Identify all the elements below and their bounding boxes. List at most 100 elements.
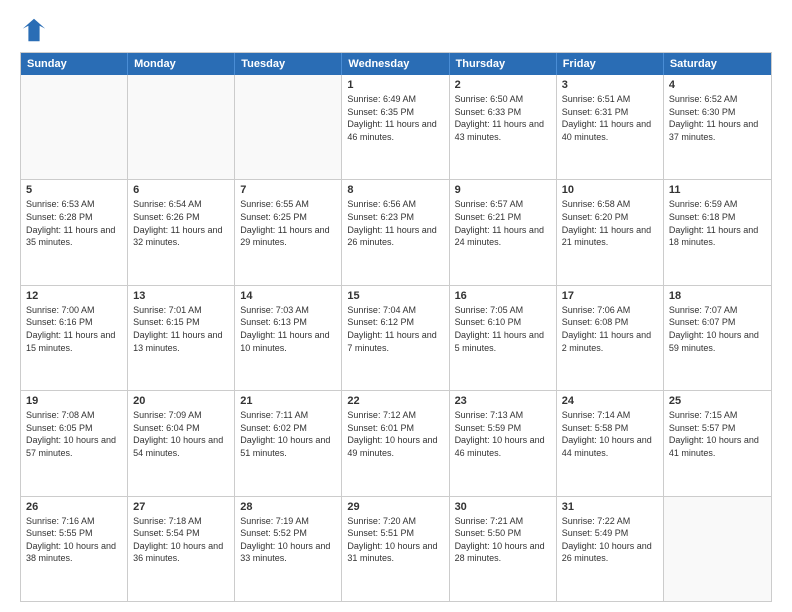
cell-info: Sunrise: 7:20 AMSunset: 5:51 PMDaylight:… — [347, 515, 443, 565]
day-number: 7 — [240, 184, 336, 196]
calendar-cell-0-6: 4 Sunrise: 6:52 AMSunset: 6:30 PMDaylight… — [664, 75, 771, 179]
cell-info: Sunrise: 7:06 AMSunset: 6:08 PMDaylight:… — [562, 304, 658, 354]
calendar-cell-3-4: 23 Sunrise: 7:13 AMSunset: 5:59 PMDayligh… — [450, 391, 557, 495]
cell-info: Sunrise: 7:03 AMSunset: 6:13 PMDaylight:… — [240, 304, 336, 354]
calendar-cell-2-2: 14 Sunrise: 7:03 AMSunset: 6:13 PMDayligh… — [235, 286, 342, 390]
calendar: Sunday Monday Tuesday Wednesday Thursday… — [20, 52, 772, 602]
day-number: 10 — [562, 184, 658, 196]
calendar-cell-3-0: 19 Sunrise: 7:08 AMSunset: 6:05 PMDayligh… — [21, 391, 128, 495]
cell-info: Sunrise: 6:54 AMSunset: 6:26 PMDaylight:… — [133, 198, 229, 248]
day-number: 19 — [26, 395, 122, 407]
calendar-cell-4-3: 29 Sunrise: 7:20 AMSunset: 5:51 PMDayligh… — [342, 497, 449, 601]
calendar-cell-4-4: 30Sunrise: 7:21 AMSunset: 5:50 PMDayligh… — [450, 497, 557, 601]
cell-info: Sunrise: 7:12 AMSunset: 6:01 PMDaylight:… — [347, 409, 443, 459]
day-number: 3 — [562, 79, 658, 91]
calendar-cell-4-0: 26 Sunrise: 7:16 AMSunset: 5:55 PMDayligh… — [21, 497, 128, 601]
cell-info: Sunrise: 6:53 AMSunset: 6:28 PMDaylight:… — [26, 198, 122, 248]
header-sunday: Sunday — [21, 53, 128, 75]
calendar-cell-2-5: 17 Sunrise: 7:06 AMSunset: 6:08 PMDayligh… — [557, 286, 664, 390]
calendar-cell-2-6: 18 Sunrise: 7:07 AMSunset: 6:07 PMDayligh… — [664, 286, 771, 390]
day-number: 26 — [26, 501, 122, 513]
calendar-cell-3-1: 20 Sunrise: 7:09 AMSunset: 6:04 PMDayligh… — [128, 391, 235, 495]
day-number: 23 — [455, 395, 551, 407]
calendar-row-0: 1Sunrise: 6:49 AMSunset: 6:35 PMDaylight… — [21, 75, 771, 180]
header-monday: Monday — [128, 53, 235, 75]
day-number: 9 — [455, 184, 551, 196]
cell-info: Sunrise: 7:21 AMSunset: 5:50 PMDaylight:… — [455, 515, 551, 565]
day-number: 21 — [240, 395, 336, 407]
day-number: 15 — [347, 290, 443, 302]
cell-info: Sunrise: 7:07 AMSunset: 6:07 PMDaylight:… — [669, 304, 766, 354]
day-number: 13 — [133, 290, 229, 302]
cell-info: Sunrise: 7:15 AMSunset: 5:57 PMDaylight:… — [669, 409, 766, 459]
calendar-cell-4-5: 31 Sunrise: 7:22 AMSunset: 5:49 PMDayligh… — [557, 497, 664, 601]
cell-info: Sunrise: 6:56 AMSunset: 6:23 PMDaylight:… — [347, 198, 443, 248]
calendar-cell-3-2: 21 Sunrise: 7:11 AMSunset: 6:02 PMDayligh… — [235, 391, 342, 495]
calendar-body: 1Sunrise: 6:49 AMSunset: 6:35 PMDaylight… — [21, 75, 771, 601]
calendar-cell-0-0 — [21, 75, 128, 179]
calendar-cell-1-6: 11 Sunrise: 6:59 AMSunset: 6:18 PMDayligh… — [664, 180, 771, 284]
day-number: 12 — [26, 290, 122, 302]
cell-info: Sunrise: 7:14 AMSunset: 5:58 PMDaylight:… — [562, 409, 658, 459]
day-number: 27 — [133, 501, 229, 513]
calendar-cell-1-2: 7 Sunrise: 6:55 AMSunset: 6:25 PMDaylight… — [235, 180, 342, 284]
header-friday: Friday — [557, 53, 664, 75]
calendar-cell-2-0: 12 Sunrise: 7:00 AMSunset: 6:16 PMDayligh… — [21, 286, 128, 390]
cell-info: Sunrise: 6:51 AMSunset: 6:31 PMDaylight:… — [562, 93, 658, 143]
day-number: 1 — [347, 79, 443, 91]
day-number: 31 — [562, 501, 658, 513]
cell-info: Sunrise: 7:13 AMSunset: 5:59 PMDaylight:… — [455, 409, 551, 459]
calendar-cell-4-6 — [664, 497, 771, 601]
calendar-cell-1-1: 6 Sunrise: 6:54 AMSunset: 6:26 PMDaylight… — [128, 180, 235, 284]
calendar-cell-3-5: 24Sunrise: 7:14 AMSunset: 5:58 PMDayligh… — [557, 391, 664, 495]
calendar-cell-2-1: 13 Sunrise: 7:01 AMSunset: 6:15 PMDayligh… — [128, 286, 235, 390]
calendar-row-2: 12 Sunrise: 7:00 AMSunset: 6:16 PMDayligh… — [21, 286, 771, 391]
day-number: 22 — [347, 395, 443, 407]
cell-info: Sunrise: 6:52 AMSunset: 6:30 PMDaylight:… — [669, 93, 766, 143]
calendar-cell-0-3: 1Sunrise: 6:49 AMSunset: 6:35 PMDaylight… — [342, 75, 449, 179]
cell-info: Sunrise: 7:00 AMSunset: 6:16 PMDaylight:… — [26, 304, 122, 354]
calendar-cell-0-1 — [128, 75, 235, 179]
cell-info: Sunrise: 7:08 AMSunset: 6:05 PMDaylight:… — [26, 409, 122, 459]
day-number: 29 — [347, 501, 443, 513]
day-number: 28 — [240, 501, 336, 513]
calendar-cell-0-5: 3 Sunrise: 6:51 AMSunset: 6:31 PMDaylight… — [557, 75, 664, 179]
calendar-cell-1-4: 9 Sunrise: 6:57 AMSunset: 6:21 PMDaylight… — [450, 180, 557, 284]
calendar-cell-1-3: 8 Sunrise: 6:56 AMSunset: 6:23 PMDaylight… — [342, 180, 449, 284]
calendar-cell-1-5: 10Sunrise: 6:58 AMSunset: 6:20 PMDayligh… — [557, 180, 664, 284]
calendar-cell-1-0: 5 Sunrise: 6:53 AMSunset: 6:28 PMDaylight… — [21, 180, 128, 284]
cell-info: Sunrise: 7:04 AMSunset: 6:12 PMDaylight:… — [347, 304, 443, 354]
calendar-cell-3-6: 25 Sunrise: 7:15 AMSunset: 5:57 PMDayligh… — [664, 391, 771, 495]
calendar-cell-4-2: 28Sunrise: 7:19 AMSunset: 5:52 PMDayligh… — [235, 497, 342, 601]
cell-info: Sunrise: 7:01 AMSunset: 6:15 PMDaylight:… — [133, 304, 229, 354]
day-number: 8 — [347, 184, 443, 196]
calendar-cell-2-4: 16Sunrise: 7:05 AMSunset: 6:10 PMDayligh… — [450, 286, 557, 390]
header-tuesday: Tuesday — [235, 53, 342, 75]
header-saturday: Saturday — [664, 53, 771, 75]
day-number: 17 — [562, 290, 658, 302]
header — [20, 16, 772, 44]
day-number: 11 — [669, 184, 766, 196]
cell-info: Sunrise: 7:05 AMSunset: 6:10 PMDaylight:… — [455, 304, 551, 354]
day-number: 25 — [669, 395, 766, 407]
cell-info: Sunrise: 6:59 AMSunset: 6:18 PMDaylight:… — [669, 198, 766, 248]
cell-info: Sunrise: 7:22 AMSunset: 5:49 PMDaylight:… — [562, 515, 658, 565]
cell-info: Sunrise: 7:11 AMSunset: 6:02 PMDaylight:… — [240, 409, 336, 459]
cell-info: Sunrise: 6:55 AMSunset: 6:25 PMDaylight:… — [240, 198, 336, 248]
day-number: 18 — [669, 290, 766, 302]
cell-info: Sunrise: 7:09 AMSunset: 6:04 PMDaylight:… — [133, 409, 229, 459]
day-number: 4 — [669, 79, 766, 91]
calendar-cell-3-3: 22 Sunrise: 7:12 AMSunset: 6:01 PMDayligh… — [342, 391, 449, 495]
day-number: 6 — [133, 184, 229, 196]
cell-info: Sunrise: 6:57 AMSunset: 6:21 PMDaylight:… — [455, 198, 551, 248]
calendar-cell-4-1: 27Sunrise: 7:18 AMSunset: 5:54 PMDayligh… — [128, 497, 235, 601]
day-number: 14 — [240, 290, 336, 302]
header-thursday: Thursday — [450, 53, 557, 75]
calendar-row-3: 19 Sunrise: 7:08 AMSunset: 6:05 PMDayligh… — [21, 391, 771, 496]
cell-info: Sunrise: 7:16 AMSunset: 5:55 PMDaylight:… — [26, 515, 122, 565]
day-number: 5 — [26, 184, 122, 196]
calendar-cell-2-3: 15 Sunrise: 7:04 AMSunset: 6:12 PMDayligh… — [342, 286, 449, 390]
calendar-header: Sunday Monday Tuesday Wednesday Thursday… — [21, 53, 771, 75]
day-number: 2 — [455, 79, 551, 91]
day-number: 20 — [133, 395, 229, 407]
